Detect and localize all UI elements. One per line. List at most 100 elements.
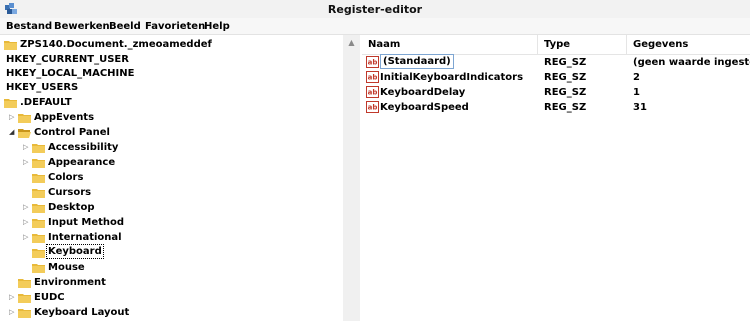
- menu-bewerken[interactable]: Bewerken: [54, 21, 110, 32]
- menu-bestand[interactable]: Bestand: [6, 21, 52, 32]
- folder-icon: [18, 294, 31, 303]
- tree-item[interactable]: ◢ Control Panel: [0, 125, 340, 140]
- expand-arrow-icon[interactable]: ▷: [23, 215, 31, 230]
- value-type: REG_SZ: [544, 102, 587, 113]
- open-folder-icon: [18, 129, 31, 138]
- value-row[interactable]: ab KeyboardDelay REG_SZ 1: [362, 85, 750, 100]
- expand-arrow-icon[interactable]: ▷: [23, 200, 31, 215]
- value-data: (geen waarde ingesteld): [633, 57, 750, 68]
- value-name: (Standaard): [380, 54, 454, 69]
- value-data: 2: [633, 72, 640, 83]
- list-header: Naam Type Gegevens: [362, 35, 750, 55]
- tree-item-label: .DEFAULT: [20, 97, 72, 108]
- svg-text:ab: ab: [368, 104, 378, 112]
- expand-arrow-icon[interactable]: ▷: [23, 140, 31, 155]
- menu-favorieten[interactable]: Favorieten: [145, 21, 205, 32]
- expand-arrow-icon[interactable]: ▷: [23, 155, 31, 170]
- tree-item[interactable]: ▷ International: [0, 230, 340, 245]
- tree-item-label: International: [48, 232, 122, 243]
- tree-item-label: Appearance: [48, 157, 116, 168]
- menu-beeld[interactable]: Beeld: [109, 21, 141, 32]
- column-header-name[interactable]: Naam: [368, 39, 400, 50]
- folder-icon: [32, 159, 45, 168]
- collapse-arrow-icon[interactable]: ◢: [9, 125, 17, 140]
- tree-item[interactable]: ▷ Accessibility: [0, 140, 340, 155]
- registry-tree[interactable]: ZPS140.Document._zmeoameddef HKEY_CURREN…: [0, 35, 360, 321]
- folder-icon: [18, 114, 31, 123]
- tree-item[interactable]: HKEY_LOCAL_MACHINE: [0, 66, 340, 81]
- menu-bar: Bestand Bewerken Beeld Favorieten Help: [0, 18, 750, 35]
- tree-item[interactable]: Colors: [0, 170, 340, 185]
- title-bar: Register-editor: [0, 0, 750, 18]
- tree-item-label: Keyboard: [46, 244, 104, 259]
- svg-text:ab: ab: [368, 74, 378, 82]
- column-divider[interactable]: [537, 35, 538, 55]
- tree-item[interactable]: HKEY_CURRENT_USER: [0, 52, 340, 67]
- value-type: REG_SZ: [544, 87, 587, 98]
- tree-item[interactable]: ▷ Keyboard Layout: [0, 305, 340, 320]
- string-value-icon: ab: [366, 86, 379, 98]
- folder-icon: [4, 41, 17, 50]
- column-header-data[interactable]: Gegevens: [633, 39, 688, 50]
- tree-item-label: Input Method: [48, 217, 125, 228]
- tree-item[interactable]: HKEY_USERS: [0, 80, 340, 95]
- value-row[interactable]: ab KeyboardSpeed REG_SZ 31: [362, 100, 750, 115]
- value-row[interactable]: ab InitialKeyboardIndicators REG_SZ 2: [362, 70, 750, 85]
- svg-text:ab: ab: [368, 59, 378, 67]
- tree-item-label: Desktop: [48, 202, 95, 213]
- folder-icon: [32, 219, 45, 228]
- scroll-up-arrow-icon[interactable]: ▲: [347, 38, 356, 47]
- value-type: REG_SZ: [544, 72, 587, 83]
- tree-item[interactable]: Cursors: [0, 185, 340, 200]
- tree-item[interactable]: Mouse: [0, 260, 340, 275]
- value-row[interactable]: ab (Standaard) REG_SZ (geen waarde inges…: [362, 54, 750, 70]
- tree-item-label: ZPS140.Document._zmeoameddef: [20, 39, 212, 50]
- tree-item-label: EUDC: [34, 292, 65, 303]
- tree-item-selected[interactable]: Keyboard: [0, 244, 340, 260]
- tree-item-label: HKEY_CURRENT_USER: [6, 54, 129, 65]
- string-value-icon: ab: [366, 71, 379, 83]
- folder-icon: [32, 189, 45, 198]
- tree-item-label: HKEY_USERS: [6, 82, 79, 93]
- menu-help[interactable]: Help: [204, 21, 230, 32]
- tree-item-label: Accessibility: [48, 142, 119, 153]
- value-data: 31: [633, 102, 647, 113]
- folder-icon: [18, 279, 31, 288]
- column-divider[interactable]: [626, 35, 627, 55]
- string-value-icon: ab: [366, 101, 379, 113]
- value-name: KeyboardSpeed: [380, 102, 469, 113]
- tree-item-label: HKEY_LOCAL_MACHINE: [6, 68, 135, 79]
- expand-arrow-icon[interactable]: ▷: [23, 230, 31, 245]
- tree-item[interactable]: ▷ Desktop: [0, 200, 340, 215]
- folder-icon: [32, 234, 45, 243]
- expand-arrow-icon[interactable]: ▷: [9, 290, 17, 305]
- value-name: InitialKeyboardIndicators: [380, 72, 524, 83]
- folder-icon: [18, 309, 31, 318]
- expand-arrow-icon[interactable]: ▷: [9, 110, 17, 125]
- tree-item[interactable]: Environment: [0, 275, 340, 290]
- folder-icon: [4, 99, 17, 108]
- tree-item-label: Control Panel: [34, 127, 110, 138]
- folder-icon: [32, 264, 45, 273]
- folder-icon: [32, 249, 45, 258]
- folder-icon: [32, 174, 45, 183]
- tree-item-label: Keyboard Layout: [34, 307, 130, 318]
- tree-item[interactable]: .DEFAULT: [0, 95, 340, 110]
- column-header-type[interactable]: Type: [544, 39, 570, 50]
- tree-item-label: Cursors: [48, 187, 92, 198]
- folder-icon: [32, 144, 45, 153]
- value-type: REG_SZ: [544, 57, 587, 68]
- window-title: Register-editor: [327, 3, 423, 16]
- tree-item[interactable]: ▷ Appearance: [0, 155, 340, 170]
- value-name: KeyboardDelay: [380, 87, 466, 98]
- tree-scrollbar[interactable]: ▲: [343, 35, 360, 321]
- tree-item[interactable]: ZPS140.Document._zmeoameddef: [0, 37, 340, 52]
- tree-item[interactable]: ▷ AppEvents: [0, 110, 340, 125]
- values-list[interactable]: Naam Type Gegevens ab (Standaard) REG_SZ…: [362, 35, 750, 321]
- tree-item-label: Mouse: [48, 262, 85, 273]
- tree-item-label: AppEvents: [34, 112, 95, 123]
- tree-item[interactable]: ▷ EUDC: [0, 290, 340, 305]
- tree-item[interactable]: ▷ Input Method: [0, 215, 340, 230]
- string-value-icon: ab: [366, 56, 379, 68]
- expand-arrow-icon[interactable]: ▷: [9, 305, 17, 320]
